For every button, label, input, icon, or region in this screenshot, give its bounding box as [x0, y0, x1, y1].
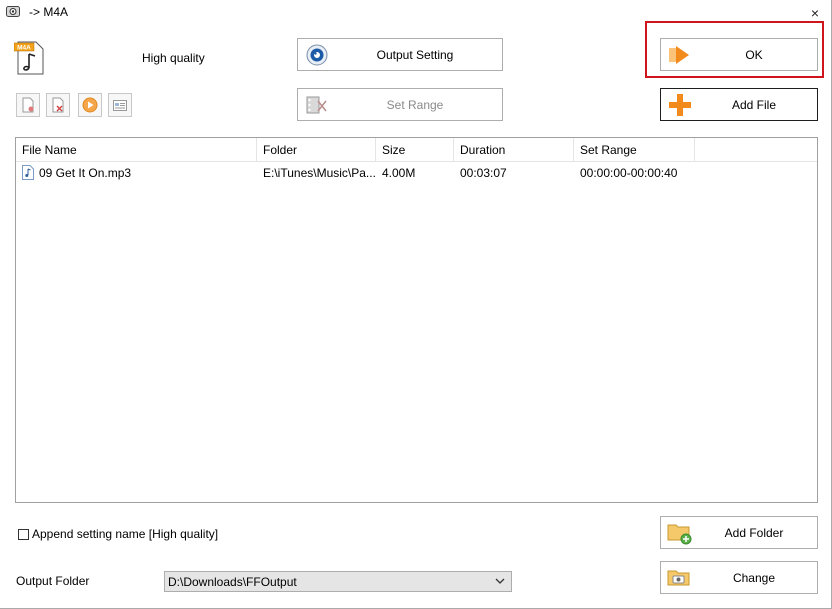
append-setting-label: Append setting name [High quality] — [32, 527, 219, 541]
clear-list-button[interactable] — [46, 93, 70, 117]
title-bar: -> M4A × — [0, 0, 832, 26]
cell-duration: 00:03:07 — [460, 166, 507, 180]
file-info-icon — [113, 100, 127, 111]
quality-label: High quality — [142, 51, 205, 65]
output-folder-value: D:\Downloads\FFOutput — [168, 575, 297, 589]
change-button[interactable]: Change — [660, 561, 818, 594]
m4a-icon-label: M4A — [17, 45, 31, 52]
cell-folder: E:\iTunes\Music\Pa... — [263, 166, 376, 180]
m4a-format-icon: M4A — [14, 41, 44, 75]
cell-file-name: 09 Get It On.mp3 — [39, 166, 132, 180]
play-icon — [82, 97, 98, 113]
file-list[interactable]: File Name Folder Size Duration Set Range… — [15, 137, 818, 503]
converter-window: -> M4A × M4A High quality Output Setting… — [0, 0, 832, 609]
clear-list-icon — [52, 97, 64, 113]
column-header-duration[interactable]: Duration — [454, 138, 574, 162]
gear-icon — [306, 44, 328, 65]
play-button[interactable] — [78, 93, 102, 117]
app-icon — [6, 6, 20, 17]
close-button[interactable]: × — [804, 4, 826, 22]
table-row[interactable]: 09 Get It On.mp3 E:\iTunes\Music\Pa... 4… — [16, 162, 817, 184]
list-header: File Name Folder Size Duration Set Range — [16, 138, 817, 162]
add-folder-icon — [667, 524, 692, 544]
column-header-size[interactable]: Size — [376, 138, 454, 162]
add-folder-button[interactable]: Add Folder — [660, 516, 818, 549]
film-cut-icon — [306, 96, 327, 113]
file-info-button[interactable] — [108, 93, 132, 117]
output-folder-label: Output Folder — [16, 574, 90, 588]
remove-file-icon — [22, 97, 34, 113]
ok-button[interactable]: OK — [660, 38, 818, 71]
window-title: -> M4A — [29, 5, 69, 19]
folder-camera-icon — [667, 570, 690, 585]
chevron-down-icon — [495, 578, 505, 584]
add-file-button[interactable]: Add File — [660, 88, 818, 121]
cell-set-range: 00:00:00-00:00:40 — [580, 166, 678, 180]
column-header-folder[interactable]: Folder — [257, 138, 376, 162]
set-range-button[interactable]: Set Range — [297, 88, 503, 121]
output-setting-button[interactable]: Output Setting — [297, 38, 503, 71]
arrow-right-icon — [669, 45, 689, 64]
append-setting-checkbox[interactable] — [18, 529, 29, 540]
output-folder-select[interactable]: D:\Downloads\FFOutput — [164, 571, 512, 592]
column-header-file-name[interactable]: File Name — [16, 138, 257, 162]
cell-size: 4.00M — [382, 166, 416, 180]
remove-file-button[interactable] — [16, 93, 40, 117]
column-header-set-range[interactable]: Set Range — [574, 138, 695, 162]
plus-icon — [669, 93, 691, 116]
